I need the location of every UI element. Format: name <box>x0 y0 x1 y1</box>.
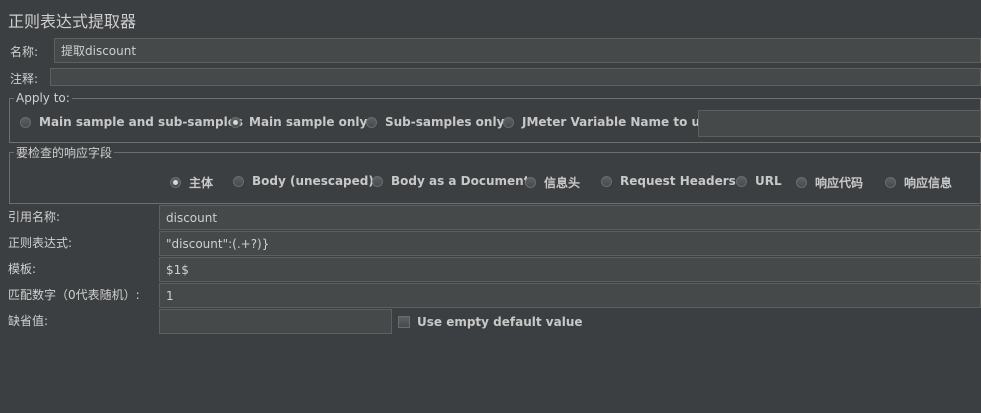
response-field-legend: 要检查的响应字段 <box>16 146 113 160</box>
radio-indicator <box>796 177 807 188</box>
radio-indicator <box>20 116 31 128</box>
radio-indicator <box>372 175 383 187</box>
template-input[interactable]: $1$ <box>159 257 981 282</box>
regex-input[interactable]: "discount":(.+?)} <box>159 231 981 256</box>
radio-indicator <box>366 116 377 128</box>
radio-indicator-selected <box>170 177 181 188</box>
radio-response-code[interactable]: 响应代码 <box>796 174 863 191</box>
radio-label: URL <box>755 174 782 188</box>
comment-label: 注释: <box>10 72 39 86</box>
radio-headers[interactable]: 信息头 <box>525 174 580 191</box>
radio-response-message[interactable]: 响应信息 <box>885 174 952 191</box>
radio-indicator <box>885 177 896 188</box>
radio-label: 主体 <box>189 176 214 190</box>
radio-main-and-sub-samples[interactable]: Main sample and sub-samples <box>20 115 243 129</box>
match-no-input[interactable]: 1 <box>159 283 981 308</box>
default-value-input[interactable] <box>159 309 392 334</box>
radio-label: Body (unescaped) <box>252 174 374 188</box>
reference-name-label: 引用名称: <box>8 210 61 224</box>
regex-label: 正则表达式: <box>8 236 73 250</box>
radio-indicator <box>503 116 514 128</box>
radio-label: 响应代码 <box>815 176 864 190</box>
checkbox-box <box>398 316 410 328</box>
use-empty-default-checkbox[interactable]: Use empty default value <box>398 315 583 329</box>
radio-sub-samples-only[interactable]: Sub-samples only <box>366 115 504 129</box>
radio-jmeter-variable[interactable]: JMeter Variable Name to use <box>503 115 715 129</box>
radio-indicator <box>233 175 244 187</box>
jmeter-variable-name-input[interactable] <box>698 110 981 137</box>
radio-label: JMeter Variable Name to use <box>522 115 716 129</box>
radio-label: 信息头 <box>544 176 581 190</box>
radio-label: 响应信息 <box>904 176 953 190</box>
radio-url[interactable]: URL <box>736 174 782 188</box>
comment-field[interactable] <box>50 68 981 86</box>
panel-title: 正则表达式提取器 <box>8 12 137 31</box>
radio-body-as-document[interactable]: Body as a Document <box>372 174 529 188</box>
radio-label: Body as a Document <box>391 174 530 188</box>
radio-label: Main sample and sub-samples <box>39 115 244 129</box>
checkbox-label: Use empty default value <box>417 315 583 329</box>
radio-request-headers[interactable]: Request Headers <box>601 174 736 188</box>
radio-label: Sub-samples only <box>385 115 505 129</box>
template-label: 模板: <box>8 262 37 276</box>
radio-body[interactable]: 主体 <box>170 174 213 191</box>
radio-indicator <box>736 175 747 187</box>
default-value-label: 缺省值: <box>8 314 49 328</box>
radio-main-sample-only[interactable]: Main sample only <box>230 115 367 129</box>
radio-indicator-selected <box>230 116 241 128</box>
radio-indicator <box>601 175 612 187</box>
reference-name-input[interactable]: discount <box>159 205 981 230</box>
name-label: 名称: <box>10 45 39 59</box>
radio-label: Main sample only <box>249 115 368 129</box>
apply-to-legend: Apply to: <box>16 91 70 105</box>
radio-label: Request Headers <box>620 174 736 188</box>
match-no-label: 匹配数字（0代表随机）: <box>8 288 140 302</box>
radio-indicator <box>525 177 536 188</box>
radio-body-unescaped[interactable]: Body (unescaped) <box>233 174 374 188</box>
name-field[interactable]: 提取discount <box>54 38 981 63</box>
